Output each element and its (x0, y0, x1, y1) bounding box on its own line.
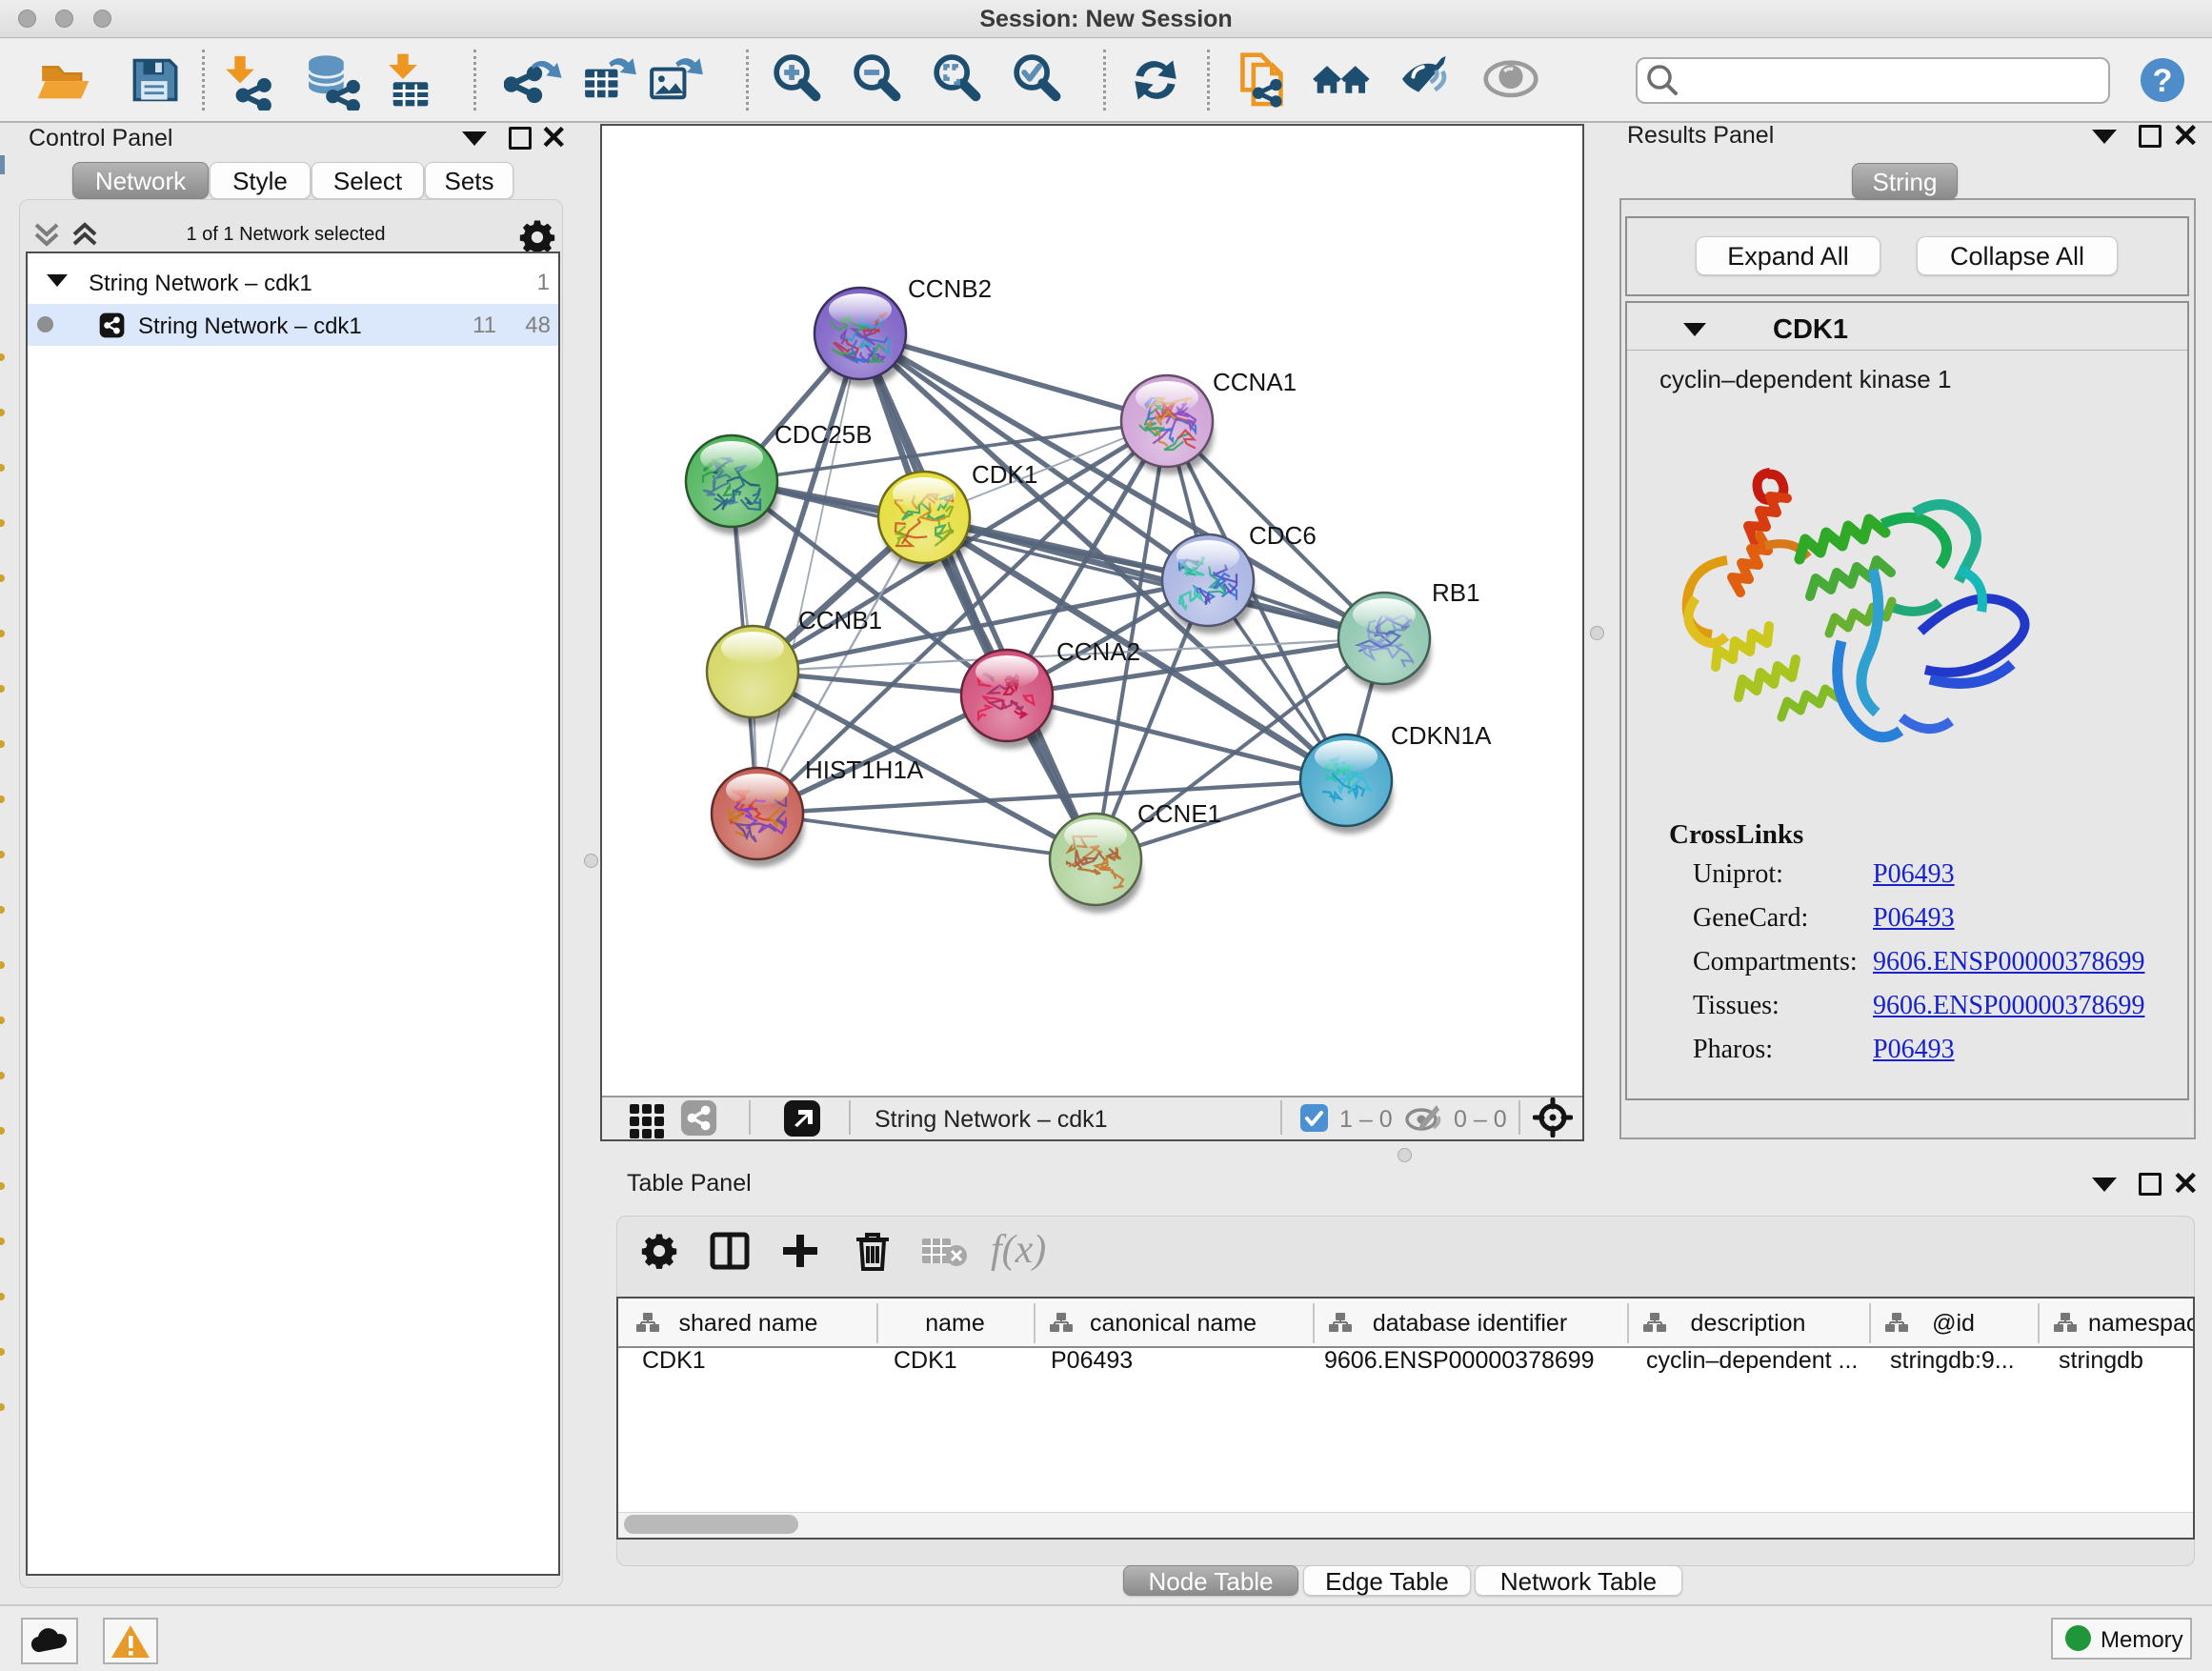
svg-text:CDC25B: CDC25B (774, 420, 873, 449)
svg-text:CCNA1: CCNA1 (1213, 368, 1297, 396)
svg-text:?: ? (2153, 63, 2173, 99)
svg-text:CDC6: CDC6 (1249, 521, 1317, 550)
svg-text:CDKN1A: CDKN1A (1391, 721, 1492, 750)
svg-text:CCNB2: CCNB2 (908, 274, 992, 303)
svg-text:CDK1: CDK1 (972, 460, 1037, 489)
svg-text:RB1: RB1 (1432, 578, 1480, 607)
svg-text:CCNA2: CCNA2 (1056, 637, 1140, 666)
svg-text:CCNB1: CCNB1 (798, 606, 882, 634)
svg-text:CCNE1: CCNE1 (1137, 799, 1221, 828)
svg-text:HIST1H1A: HIST1H1A (805, 755, 924, 784)
